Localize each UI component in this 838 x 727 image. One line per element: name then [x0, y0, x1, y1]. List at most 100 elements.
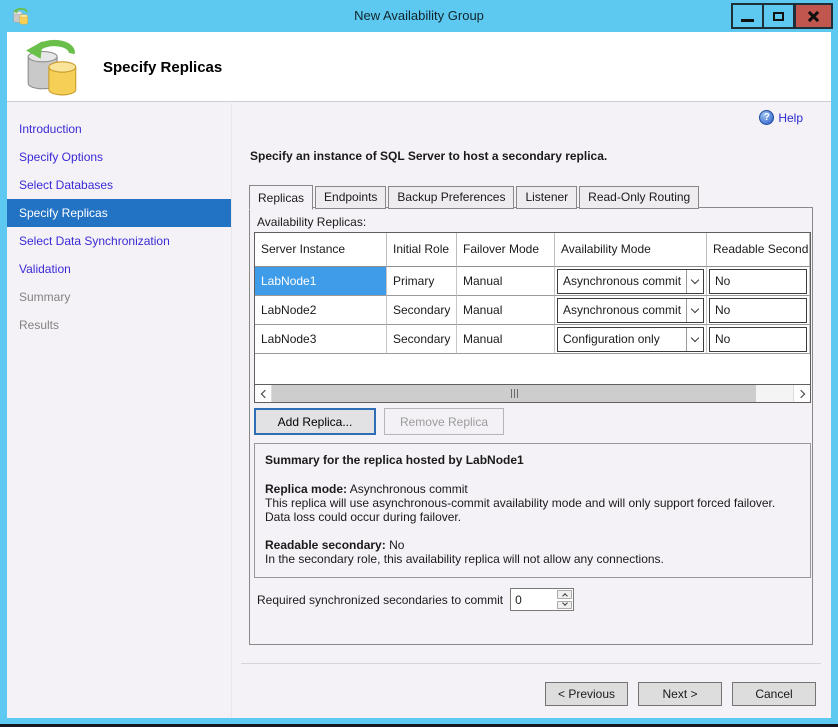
add-replica-button[interactable]: Add Replica... — [254, 408, 376, 435]
window: New Availability Group Specify Replicas … — [0, 0, 838, 727]
maximize-icon — [773, 12, 784, 21]
table-row: LabNode3 Secondary Manual Configuration … — [255, 325, 810, 354]
tab-backup-preferences[interactable]: Backup Preferences — [388, 186, 514, 209]
sidebar-item-specify-options[interactable]: Specify Options — [7, 143, 231, 171]
help-label: Help — [778, 111, 803, 125]
tab-strip: Replicas Endpoints Backup Preferences Li… — [249, 185, 701, 209]
tab-listener[interactable]: Listener — [516, 186, 577, 209]
sidebar-item-introduction[interactable]: Introduction — [7, 115, 231, 143]
readable-secondary-value: No — [389, 538, 404, 552]
replicas-icon — [23, 38, 83, 96]
replicas-tab-page: Availability Replicas: Server Instance I… — [249, 207, 813, 645]
sidebar-item-label: Specify Replicas — [19, 206, 108, 220]
quorum-label: Required synchronized secondaries to com… — [257, 593, 503, 607]
replica-mode-description: This replica will use asynchronous-commi… — [265, 496, 800, 524]
quorum-spinner: 0 — [510, 588, 574, 611]
quorum-row: Required synchronized secondaries to com… — [257, 588, 574, 611]
minimize-icon — [741, 19, 754, 22]
readable-secondary-description: In the secondary role, this availability… — [265, 552, 800, 566]
instruction-text: Specify an instance of SQL Server to hos… — [250, 149, 607, 163]
wizard-header: Specify Replicas — [7, 32, 831, 102]
column-header-availability-mode: Availability Mode — [555, 233, 707, 267]
grip-icon — [511, 389, 518, 398]
server-instance-cell[interactable]: LabNode2 — [255, 296, 387, 325]
column-header-failover-mode: Failover Mode — [457, 233, 555, 267]
page-title: Specify Replicas — [103, 59, 222, 76]
sidebar-item-label: Specify Options — [19, 150, 103, 164]
readable-secondary-dropdown[interactable]: No — [709, 298, 807, 323]
sidebar-item-label: Select Data Synchronization — [19, 234, 170, 248]
chevron-left-icon — [260, 389, 268, 397]
cancel-button[interactable]: Cancel — [732, 682, 816, 706]
initial-role-cell: Secondary — [387, 296, 457, 325]
sidebar-item-validation[interactable]: Validation — [7, 255, 231, 283]
close-button[interactable] — [794, 3, 833, 29]
server-instance-cell[interactable]: LabNode3 — [255, 325, 387, 354]
replica-mode-label: Replica mode: — [265, 482, 347, 496]
sidebar-item-select-databases[interactable]: Select Databases — [7, 171, 231, 199]
initial-role-cell: Secondary — [387, 325, 457, 354]
availability-mode-dropdown[interactable]: Asynchronous commit — [557, 269, 704, 294]
chevron-right-icon — [796, 389, 804, 397]
tab-endpoints[interactable]: Endpoints — [315, 186, 386, 209]
sidebar-item-results: Results — [7, 311, 231, 339]
scroll-right-button[interactable] — [793, 385, 810, 402]
remove-replica-button[interactable]: Remove Replica — [384, 408, 504, 435]
spin-up-button[interactable] — [557, 590, 572, 599]
wizard-body: Introduction Specify Options Select Data… — [7, 103, 831, 718]
availability-replicas-label: Availability Replicas: — [257, 215, 366, 229]
minimize-button[interactable] — [731, 3, 764, 29]
tab-replicas[interactable]: Replicas — [249, 185, 313, 210]
main-panel: ? Help Specify an instance of SQL Server… — [233, 103, 831, 718]
sidebar-item-label: Select Databases — [19, 178, 113, 192]
tab-read-only-routing[interactable]: Read-Only Routing — [579, 186, 699, 209]
column-header-server-instance: Server Instance — [255, 233, 387, 267]
readable-secondary-dropdown[interactable]: No — [709, 269, 807, 294]
sidebar-item-summary: Summary — [7, 283, 231, 311]
scroll-thumb[interactable] — [272, 385, 756, 402]
window-title: New Availability Group — [0, 8, 838, 23]
sidebar-item-select-data-synchronization[interactable]: Select Data Synchronization — [7, 227, 231, 255]
previous-button[interactable]: < Previous — [545, 682, 628, 706]
sidebar-item-label: Introduction — [19, 122, 82, 136]
client-area: Specify Replicas Introduction Specify Op… — [7, 32, 831, 718]
help-link[interactable]: ? Help — [759, 110, 803, 125]
scroll-left-button[interactable] — [255, 385, 272, 402]
failover-mode-cell: Manual — [457, 267, 555, 296]
quorum-input[interactable]: 0 — [511, 589, 556, 610]
footer-divider — [241, 663, 821, 664]
help-icon: ? — [759, 110, 774, 125]
initial-role-cell: Primary — [387, 267, 457, 296]
next-button[interactable]: Next > — [638, 682, 722, 706]
table-row: LabNode1 Primary Manual Asynchronous com… — [255, 267, 810, 296]
horizontal-scrollbar[interactable] — [255, 384, 810, 402]
replica-mode-value: Asynchronous commit — [350, 482, 468, 496]
titlebar: New Availability Group — [0, 0, 838, 32]
grid-header-row: Server Instance Initial Role Failover Mo… — [255, 233, 810, 267]
sidebar-item-label: Validation — [19, 262, 71, 276]
sidebar-item-specify-replicas[interactable]: Specify Replicas — [7, 199, 231, 227]
availability-mode-dropdown[interactable]: Configuration only — [557, 327, 704, 352]
close-icon — [807, 10, 820, 23]
availability-mode-dropdown[interactable]: Asynchronous commit — [557, 298, 704, 323]
readable-secondary-label: Readable secondary: — [265, 538, 386, 552]
chevron-down-icon — [691, 304, 699, 312]
column-header-initial-role: Initial Role — [387, 233, 457, 267]
table-row: LabNode2 Secondary Manual Asynchronous c… — [255, 296, 810, 325]
replica-mode-line: Replica mode: Asynchronous commit — [265, 482, 800, 496]
chevron-down-icon — [562, 600, 568, 606]
chevron-down-icon — [691, 333, 699, 341]
summary-title: Summary for the replica hosted by LabNod… — [265, 453, 800, 467]
failover-mode-cell: Manual — [457, 296, 555, 325]
chevron-down-icon — [691, 275, 699, 283]
spin-down-button[interactable] — [557, 601, 572, 610]
maximize-button[interactable] — [762, 3, 795, 29]
sidebar-item-label: Summary — [19, 290, 70, 304]
failover-mode-cell: Manual — [457, 325, 555, 354]
sidebar: Introduction Specify Options Select Data… — [7, 103, 232, 718]
replicas-grid: Server Instance Initial Role Failover Mo… — [254, 232, 811, 403]
server-instance-cell[interactable]: LabNode1 — [255, 267, 387, 296]
readable-secondary-dropdown[interactable]: No — [709, 327, 807, 352]
column-header-readable-secondary: Readable Secondary — [707, 233, 810, 267]
chevron-up-icon — [562, 593, 568, 599]
